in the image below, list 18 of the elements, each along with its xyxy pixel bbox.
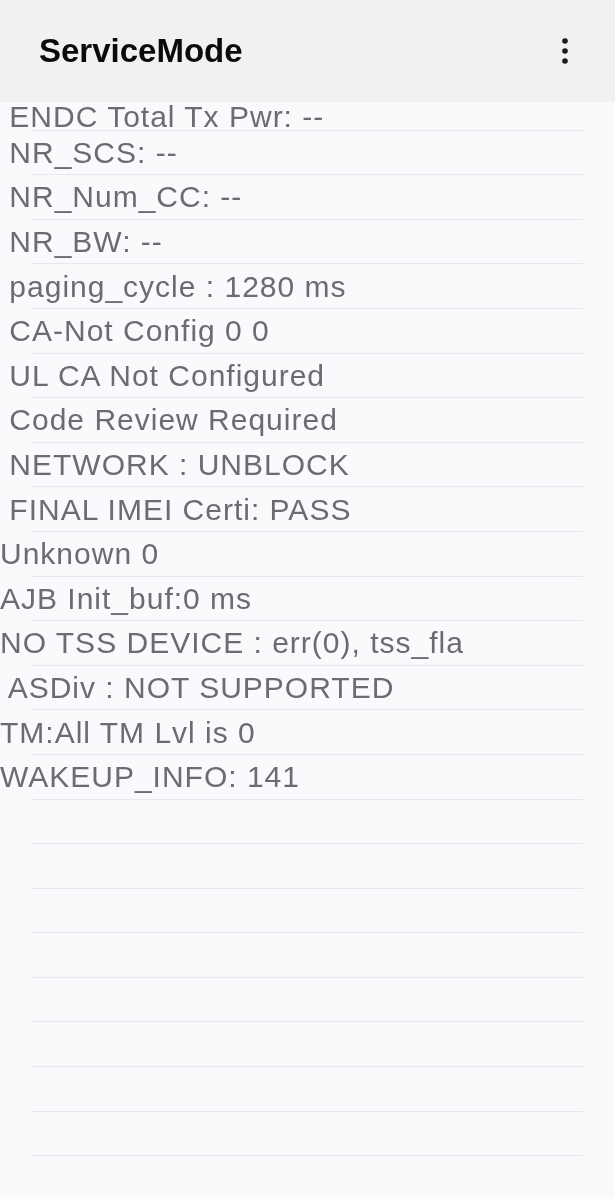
info-line: ENDC Total Tx Pwr: -- [8,102,325,131]
info-line: WAKEUP_INFO: 141 [0,759,300,796]
more-options-icon[interactable] [562,38,568,64]
info-line: UL CA Not Configured [8,357,326,394]
info-line: FINAL IMEI Certi: PASS [8,491,352,528]
info-line: NO TSS DEVICE : err(0), tss_fla [0,625,464,662]
info-line: ASDiv : NOT SUPPORTED [6,670,395,706]
info-line: NETWORK : UNBLOCK [8,447,350,484]
info-line: Unknown 0 [0,536,160,573]
info-line: TM:All TM Lvl is 0 [0,714,256,751]
info-line: AJB Init_buf:0 ms [0,580,253,617]
info-line: NR_BW: -- [8,224,163,261]
info-line: CA-Not Config 0 0 [8,313,270,350]
info-line: NR_Num_CC: -- [8,179,243,216]
info-line: Code Review Required [8,402,338,439]
app-title: ServiceMode [39,32,243,70]
info-line: paging_cycle : 1280 ms [8,268,347,305]
info-line: NR_SCS: -- [8,134,178,171]
